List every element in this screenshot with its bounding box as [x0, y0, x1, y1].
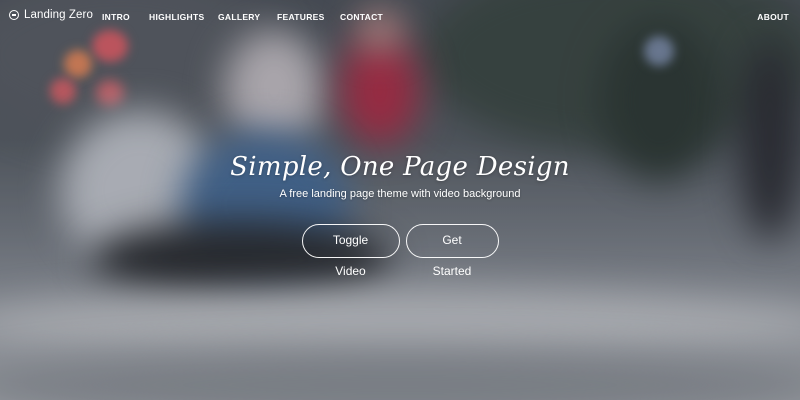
toggle-video-button[interactable]: Toggle Video — [301, 224, 400, 278]
hero-subtitle: A free landing page theme with video bac… — [279, 188, 521, 200]
get-started-button[interactable]: Get Started — [405, 224, 499, 278]
nav-link-about[interactable]: ABOUT — [757, 12, 789, 22]
nav-link-intro[interactable]: INTRO — [102, 12, 130, 22]
nav-link-contact[interactable]: CONTACT — [340, 12, 383, 22]
hero-buttons: Toggle Video Get Started — [0, 224, 800, 278]
navbar: Landing Zero INTRO HIGHLIGHTS GALLERY FE… — [0, 0, 800, 34]
brand-name: Landing Zero — [24, 9, 93, 21]
logo-circle-icon — [9, 10, 19, 20]
brand-link[interactable]: Landing Zero — [9, 9, 93, 21]
nav-link-features[interactable]: FEATURES — [277, 12, 325, 22]
nav-link-gallery[interactable]: GALLERY — [218, 12, 260, 22]
hero-section: Simple, One Page Design A free landing p… — [0, 148, 800, 278]
nav-link-highlights[interactable]: HIGHLIGHTS — [149, 12, 204, 22]
hero-title: Simple, One Page Design — [230, 152, 570, 182]
